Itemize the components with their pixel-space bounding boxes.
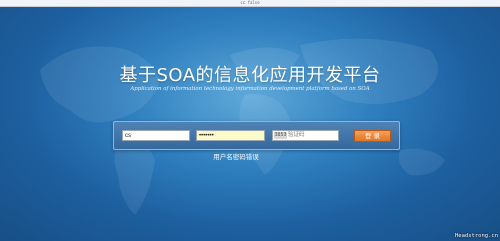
watermark: Headstrong.cn [454, 233, 498, 239]
password-input[interactable] [196, 130, 265, 141]
captcha-input[interactable] [288, 131, 336, 140]
error-message: 用户名密码错误 [213, 153, 259, 161]
page-title: 基于SOA的信息化应用开发平台 [119, 65, 381, 86]
captcha-image[interactable]: 3853 [274, 132, 287, 139]
login-button[interactable]: 登 录 [354, 130, 391, 142]
username-input[interactable] [122, 130, 190, 141]
login-bar: 3853 登 录 [113, 121, 400, 150]
page-subtitle: Application of information technology in… [130, 86, 370, 92]
captcha-field: 3853 [272, 130, 339, 141]
